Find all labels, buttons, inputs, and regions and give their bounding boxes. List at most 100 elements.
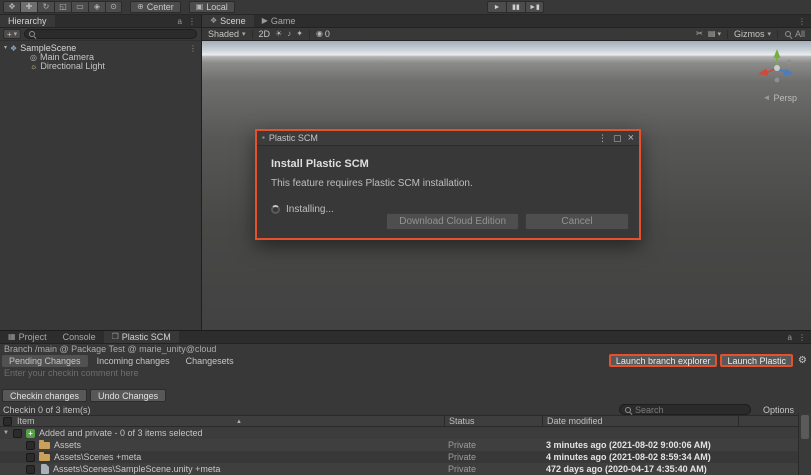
- table-row[interactable]: Assets\Scenes\SampleScene.unity +meta Pr…: [0, 463, 811, 475]
- column-header-date[interactable]: Date modified: [542, 416, 738, 426]
- bottom-panel: ▦ Project Console ❒ Plastic SCM a ⋮ Bran…: [0, 330, 811, 475]
- table-row[interactable]: Assets\Scenes +meta Private 4 minutes ag…: [0, 451, 811, 463]
- move-icon: ✚: [26, 3, 33, 11]
- transform-tool-button[interactable]: ◈: [88, 1, 105, 13]
- lock-icon[interactable]: a: [788, 333, 792, 342]
- tool-button-group: ✥ ✚ ↻ ◱ ▭ ◈ ⊙: [3, 1, 122, 13]
- options-dropdown[interactable]: Options: [763, 405, 794, 415]
- chevron-down-icon: ▾: [717, 30, 721, 38]
- tab-pending-changes[interactable]: Pending Changes: [2, 355, 88, 367]
- scene-visibility-toggle[interactable]: ◉ 0: [316, 29, 330, 39]
- step-button[interactable]: ►▮: [525, 1, 544, 13]
- row-checkbox[interactable]: [26, 453, 35, 462]
- 2d-toggle[interactable]: 2D: [259, 29, 271, 39]
- camera-toggle-icon: ▤: [708, 30, 716, 38]
- tab-console[interactable]: Console: [55, 331, 104, 343]
- dialog-menu-icon[interactable]: ⋮: [598, 133, 607, 144]
- center-label: Center: [147, 2, 174, 12]
- dialog-titlebar[interactable]: ▪ Plastic SCM ⋮ ▢ ×: [257, 131, 639, 146]
- scene-options-icon[interactable]: ⋮: [189, 45, 197, 53]
- play-controls: ► ▮▮ ►▮: [487, 1, 544, 13]
- tab-hierarchy[interactable]: Hierarchy: [0, 15, 55, 27]
- orientation-gizmo[interactable]: [749, 47, 803, 93]
- plus-icon: +: [7, 30, 12, 39]
- panel-menu-icon[interactable]: ⋮: [798, 17, 806, 26]
- tab-changesets[interactable]: Changesets: [179, 355, 241, 367]
- collapse-icon[interactable]: ▼: [3, 430, 9, 436]
- installing-status-label: Installing...: [286, 204, 334, 215]
- hand-tool-button[interactable]: ✥: [3, 1, 20, 13]
- scene-cut-tool-icon[interactable]: ✂: [696, 30, 703, 38]
- search-input[interactable]: [635, 405, 746, 414]
- undo-changes-button[interactable]: Undo Changes: [90, 389, 166, 402]
- group-checkbox[interactable]: [13, 429, 22, 438]
- tab-scene[interactable]: ❖ Scene: [202, 15, 254, 27]
- custom-tool-button[interactable]: ⊙: [105, 1, 122, 13]
- panel-menu-icon[interactable]: ⋮: [798, 333, 806, 342]
- scene-file-icon: [41, 464, 49, 474]
- rect-tool-button[interactable]: ▭: [71, 1, 88, 13]
- tab-incoming-changes[interactable]: Incoming changes: [90, 355, 177, 367]
- column-header-item[interactable]: Item: [17, 416, 444, 426]
- search-icon: [784, 30, 792, 38]
- effects-toggle-icon[interactable]: ✦: [296, 30, 303, 38]
- scene-search-filter[interactable]: All: [784, 29, 805, 39]
- project-tab-icon: ▦: [8, 333, 16, 341]
- camera-icon: ◎: [30, 54, 37, 62]
- draw-mode-dropdown[interactable]: Shaded ▾: [208, 29, 246, 39]
- pivot-center-button[interactable]: ⊕ Center: [130, 1, 181, 13]
- main-toolbar: ✥ ✚ ↻ ◱ ▭ ◈ ⊙ ⊕ Center ▣ Local ► ▮▮ ►▮: [0, 0, 811, 15]
- checkin-comment-input[interactable]: [0, 367, 811, 379]
- lighting-toggle-icon[interactable]: ☀: [275, 30, 282, 38]
- maximize-icon[interactable]: ▢: [613, 133, 622, 144]
- lock-icon[interactable]: a: [178, 17, 182, 26]
- download-cloud-edition-button[interactable]: Download Cloud Edition: [386, 213, 519, 230]
- gizmos-dropdown[interactable]: Gizmos ▾: [734, 29, 771, 39]
- settings-gear-icon[interactable]: ⚙: [798, 355, 807, 366]
- select-all-checkbox[interactable]: [3, 417, 12, 426]
- eye-icon: ◉: [316, 30, 323, 38]
- projection-mode-label[interactable]: ◄ Persp: [763, 93, 797, 103]
- hierarchy-item-samplescene[interactable]: ▾ ❖ SampleScene ⋮: [0, 44, 201, 53]
- move-tool-button[interactable]: ✚: [20, 1, 37, 13]
- bottom-tabbar: ▦ Project Console ❒ Plastic SCM a ⋮: [0, 331, 811, 344]
- dialog-title: Plastic SCM: [269, 133, 318, 143]
- table-search[interactable]: [619, 404, 751, 415]
- play-button[interactable]: ►: [487, 1, 506, 13]
- transform-icon: ◈: [94, 3, 100, 11]
- pause-button[interactable]: ▮▮: [506, 1, 525, 13]
- tab-game[interactable]: ▶ Game: [254, 15, 304, 27]
- table-row[interactable]: Assets Private 3 minutes ago (2021-08-02…: [0, 439, 811, 451]
- row-status: Private: [444, 464, 542, 474]
- foldout-icon[interactable]: ▾: [4, 44, 7, 53]
- row-status: Private: [444, 452, 542, 462]
- tab-plastic-scm[interactable]: ❒ Plastic SCM: [104, 331, 179, 343]
- create-menu-button[interactable]: + ▾: [3, 29, 21, 39]
- scale-tool-button[interactable]: ◱: [54, 1, 71, 13]
- hierarchy-search-input[interactable]: [24, 29, 197, 39]
- close-icon[interactable]: ×: [628, 132, 634, 144]
- custom-tool-icon: ⊙: [110, 3, 117, 11]
- launch-branch-explorer-button[interactable]: Launch branch explorer: [609, 354, 718, 367]
- chevron-down-icon: ▾: [14, 30, 18, 38]
- light-icon: ☼: [30, 63, 37, 71]
- rotate-tool-button[interactable]: ↻: [37, 1, 54, 13]
- column-header-status[interactable]: Status: [444, 416, 542, 426]
- tab-project[interactable]: ▦ Project: [0, 331, 55, 343]
- added-private-group-row[interactable]: ▼ + Added and private - 0 of 3 items sel…: [0, 427, 811, 439]
- audio-toggle-icon[interactable]: ♪: [287, 30, 291, 38]
- pivot-local-button[interactable]: ▣ Local: [189, 1, 235, 13]
- panel-menu-icon[interactable]: ⋮: [188, 17, 196, 26]
- camera-settings-dropdown[interactable]: ▤ ▾: [708, 30, 721, 38]
- row-date: 3 minutes ago (2021-08-02 9:00:06 AM): [542, 440, 738, 450]
- hierarchy-item-directional-light[interactable]: ☼ Directional Light: [0, 62, 201, 71]
- persp-icon: ◄: [763, 94, 771, 102]
- cancel-button[interactable]: Cancel: [525, 213, 629, 230]
- row-checkbox[interactable]: [26, 441, 35, 450]
- checkin-changes-button[interactable]: Checkin changes: [2, 389, 87, 402]
- launch-plastic-button[interactable]: Launch Plastic: [720, 354, 793, 367]
- scrollbar-thumb[interactable]: [801, 415, 809, 439]
- row-checkbox[interactable]: [26, 465, 35, 474]
- table-scrollbar[interactable]: [798, 413, 811, 475]
- table-status-row: Checkin 0 of 3 item(s) Options: [0, 404, 811, 415]
